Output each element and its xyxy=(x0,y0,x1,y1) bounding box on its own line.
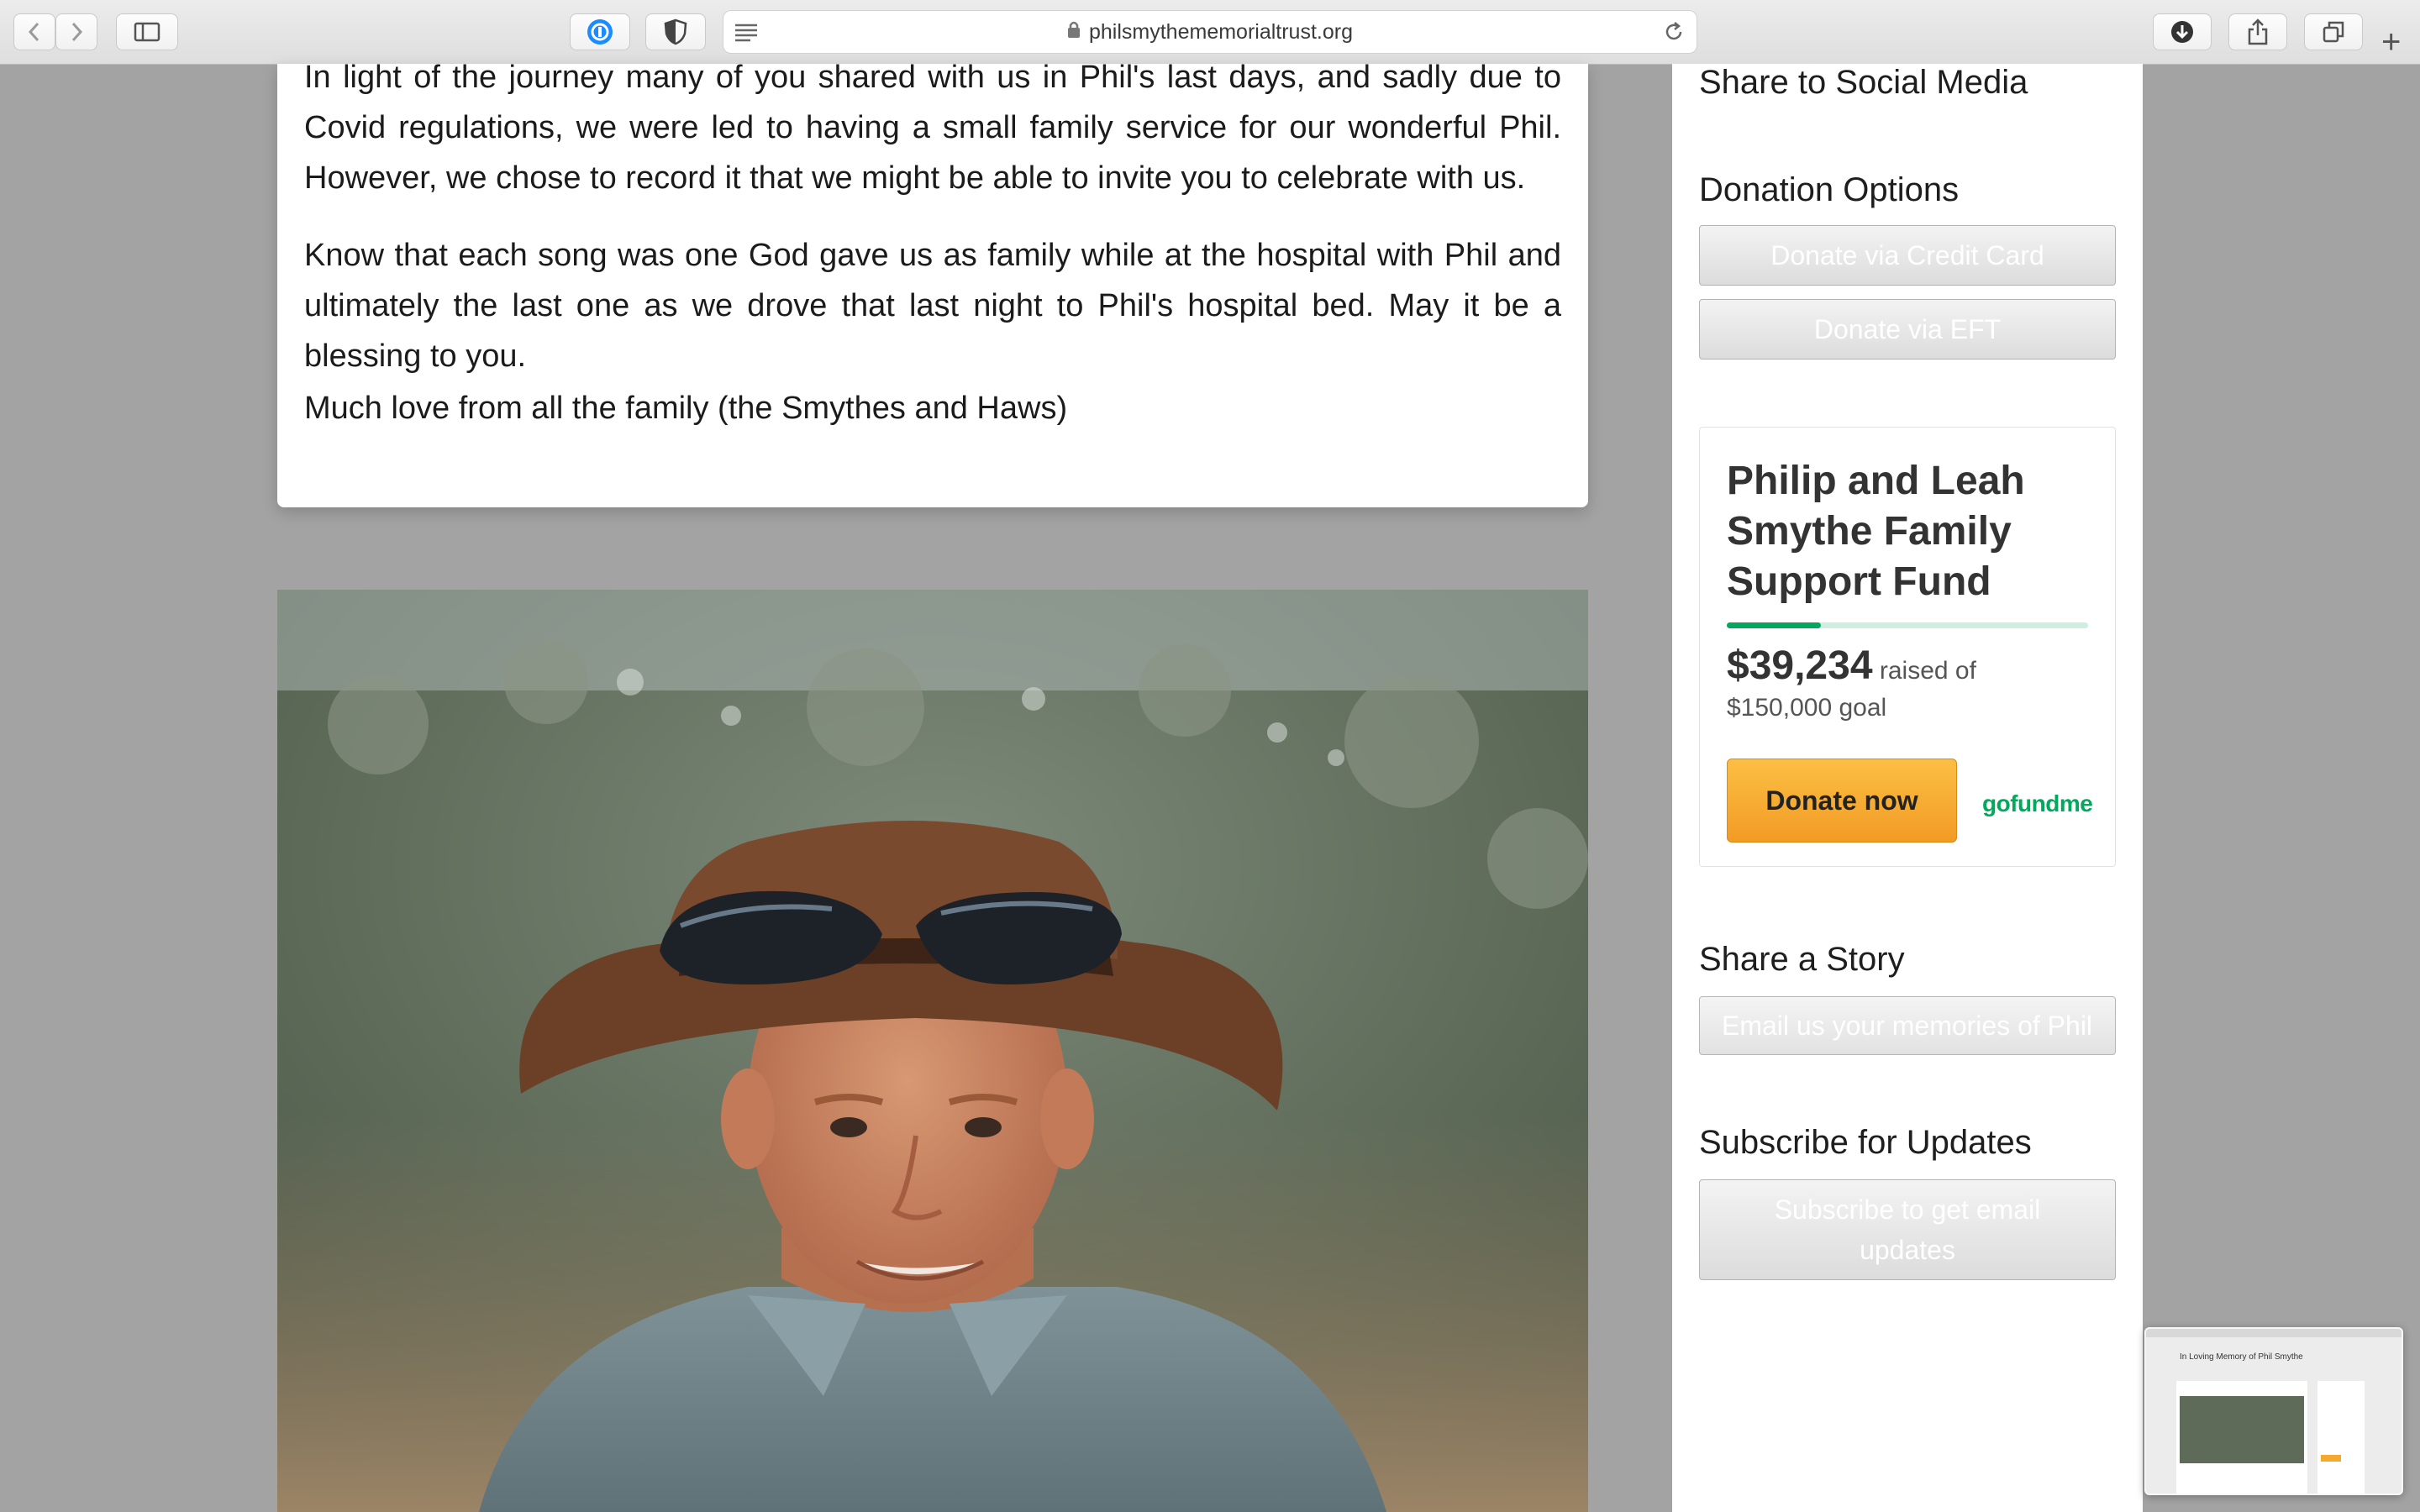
back-button[interactable] xyxy=(13,13,55,50)
story-email-input[interactable]: Email us your memories of Phil xyxy=(1699,996,2116,1055)
new-tab-button[interactable]: + xyxy=(2381,24,2401,61)
tab-overview-button[interactable] xyxy=(2304,13,2363,50)
reload-icon[interactable] xyxy=(1663,21,1685,49)
forward-button[interactable] xyxy=(55,13,97,50)
donate-now-button[interactable]: Donate now xyxy=(1727,759,1957,843)
share-story-heading: Share a Story xyxy=(1699,941,1905,978)
donation-options-heading: Donation Options xyxy=(1699,171,1960,208)
chevron-left-icon xyxy=(28,22,39,42)
address-bar[interactable]: philsmythememorialtrust.org xyxy=(723,10,1697,54)
gofundme-progress-bar xyxy=(1727,622,2088,628)
page-thumbnail[interactable]: In Loving Memory of Phil Smythe xyxy=(2144,1327,2403,1495)
share-social-heading: Share to Social Media xyxy=(1699,64,2028,101)
thumbnail-title: In Loving Memory of Phil Smythe xyxy=(2180,1352,2303,1362)
subscribe-heading: Subscribe for Updates xyxy=(1699,1124,2032,1161)
article-paragraph-2: Know that each song was one God gave us … xyxy=(304,238,1561,374)
thumbnail-toolbar xyxy=(2146,1329,2402,1337)
raised-amount: $39,234 xyxy=(1727,643,1873,688)
password-manager-button[interactable] xyxy=(570,13,630,50)
raised-text: raised of xyxy=(1879,657,1976,685)
sidebar-icon xyxy=(134,22,160,42)
share-button[interactable] xyxy=(2228,13,2287,50)
sidebar-toggle-button[interactable] xyxy=(116,13,178,50)
share-icon xyxy=(2248,18,2268,45)
privacy-shield-button[interactable] xyxy=(645,13,706,50)
goal-text: $150,000 goal xyxy=(1727,694,1887,722)
gofundme-raised: $39,234 raised of $150,000 goal xyxy=(1727,646,2096,727)
gofundme-widget: Philip and Leah Smythe Family Support Fu… xyxy=(1699,427,2116,867)
thumbnail-sidebar xyxy=(2317,1381,2365,1494)
article-paragraph-3: Much love from all the family (the Smyth… xyxy=(304,391,1068,426)
gofundme-logo-text: gofundme xyxy=(1982,790,2093,816)
sidebar: Share to Social Media Donation Options D… xyxy=(1672,64,2143,1512)
download-icon xyxy=(2171,21,2193,43)
subscribe-button[interactable]: Subscribe to get email updates xyxy=(1699,1179,2116,1280)
downloads-button[interactable] xyxy=(2153,13,2212,50)
reader-view-icon[interactable] xyxy=(734,21,759,49)
gofundme-title: Philip and Leah Smythe Family Support Fu… xyxy=(1727,459,2025,604)
gofundme-logo[interactable]: gofundme xyxy=(1982,790,2093,817)
thumbnail-photo xyxy=(2180,1396,2304,1463)
article-card: In light of the journey many of you shar… xyxy=(277,60,1588,507)
memorial-photo xyxy=(277,590,1588,1512)
article-paragraph-1: In light of the journey many of you shar… xyxy=(304,60,1561,196)
url-text: philsmythememorialtrust.org xyxy=(1089,19,1353,44)
lock-icon xyxy=(1067,20,1081,45)
thumbnail-donate-button xyxy=(2321,1455,2341,1462)
shield-icon xyxy=(664,18,687,45)
gofundme-progress-fill xyxy=(1727,622,1821,628)
password-manager-icon xyxy=(587,19,613,45)
chevron-right-icon xyxy=(71,22,83,42)
donate-eft-button[interactable]: Donate via EFT xyxy=(1699,299,2116,360)
donate-credit-card-button[interactable]: Donate via Credit Card xyxy=(1699,225,2116,286)
thumbnail-main xyxy=(2176,1381,2307,1494)
tabs-icon xyxy=(2323,21,2344,43)
